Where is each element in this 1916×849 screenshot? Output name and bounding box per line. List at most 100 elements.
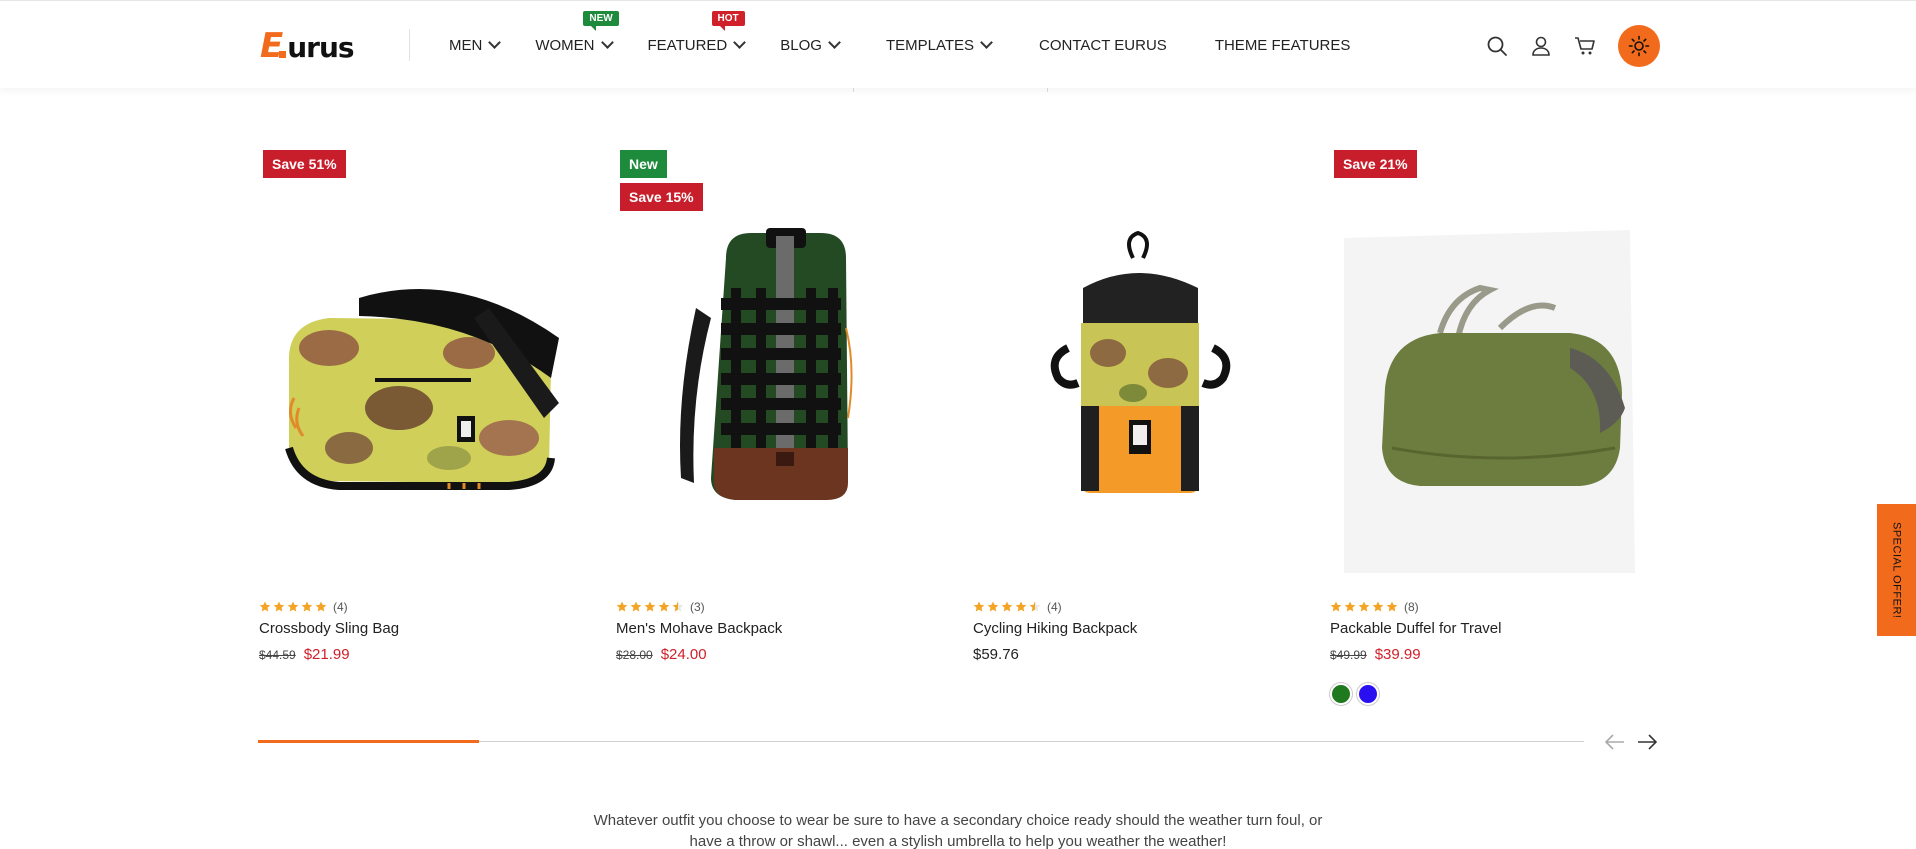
compare-price: $49.99 — [1330, 648, 1367, 662]
product-title[interactable]: Cycling Hiking Backpack — [973, 620, 1137, 637]
product-badges: Save 21% — [1334, 150, 1417, 183]
star-icon — [273, 601, 285, 612]
color-swatch-blue[interactable] — [1357, 683, 1379, 705]
review-count: (8) — [1404, 600, 1419, 614]
review-count: (3) — [690, 600, 705, 614]
product-rating: (8) — [1330, 600, 1419, 614]
sun-icon — [1628, 35, 1650, 57]
nav-label: TEMPLATES — [885, 36, 975, 54]
special-offer-label: SPECIAL OFFER! — [1890, 521, 1903, 619]
compare-price: $44.59 — [259, 648, 296, 662]
logo-wordmark: urus — [287, 31, 354, 64]
product-card[interactable]: New Save 15% (3) Men's Mohave Backpack $… — [616, 148, 946, 663]
search-icon[interactable] — [1484, 33, 1510, 59]
product-image[interactable]: Save 51% — [259, 148, 589, 573]
arrow-right-icon — [1638, 734, 1658, 750]
main-nav: MEN New WOMEN Hot FEATURED BLOG TEMPLATE… — [449, 1, 1350, 89]
nav-label: WOMEN — [535, 36, 595, 54]
new-badge: New — [583, 10, 619, 31]
color-swatches — [1330, 683, 1384, 705]
description-line-1: Whatever outfit you choose to wear be su… — [593, 812, 1323, 829]
product-rating: (3) — [616, 600, 705, 614]
new-badge: New — [620, 150, 667, 178]
product-card[interactable]: Save 51% (4) Crossbody Sling Bag $44.59 … — [259, 148, 589, 663]
sale-price: $21.99 — [303, 646, 350, 663]
logo-mark: E — [260, 26, 283, 66]
product-card[interactable]: (4) Cycling Hiking Backpack $59.76 — [973, 148, 1303, 663]
product-price: $44.59 $21.99 — [259, 646, 350, 663]
chevron-down-icon — [600, 36, 614, 49]
review-count: (4) — [333, 600, 348, 614]
logo-dot — [279, 51, 287, 58]
star-icon — [644, 601, 656, 612]
nav-label: CONTACT EURUS — [1039, 36, 1167, 54]
sale-price: $24.00 — [660, 646, 707, 663]
product-rating: (4) — [973, 600, 1062, 614]
sale-badge: Save 21% — [1334, 150, 1417, 178]
chevron-down-icon — [733, 36, 747, 49]
regular-price: $59.76 — [973, 646, 1019, 663]
theme-toggle-button[interactable] — [1618, 25, 1660, 67]
star-icon — [315, 601, 327, 612]
nav-item-blog[interactable]: BLOG — [780, 36, 841, 54]
cart-icon[interactable] — [1572, 33, 1598, 59]
nav-item-theme-features[interactable]: THEME FEATURES — [1215, 37, 1351, 54]
star-icon — [287, 601, 299, 612]
product-badges: Save 51% — [263, 150, 346, 183]
sale-price: $39.99 — [1374, 646, 1421, 663]
review-count: (4) — [1047, 600, 1062, 614]
carousel-prev-button[interactable] — [1603, 730, 1627, 754]
product-image[interactable]: New Save 15% — [616, 148, 946, 573]
header-actions — [1484, 25, 1660, 67]
star-icon — [301, 601, 313, 612]
nav-label: BLOG — [780, 36, 822, 54]
account-icon[interactable] — [1528, 33, 1554, 59]
nav-item-templates[interactable]: TEMPLATES — [885, 36, 993, 54]
logo[interactable]: E urus — [260, 26, 355, 66]
star-icon — [1386, 601, 1398, 612]
nav-item-men[interactable]: MEN — [449, 36, 502, 54]
special-offer-tab[interactable]: SPECIAL OFFER! — [1877, 504, 1916, 636]
star-icon — [616, 601, 628, 612]
carousel-next-button[interactable] — [1635, 730, 1659, 754]
product-rating: (4) — [259, 600, 348, 614]
nav-item-contact[interactable]: CONTACT EURUS — [1039, 37, 1167, 54]
product-title[interactable]: Crossbody Sling Bag — [259, 620, 399, 637]
product-image[interactable]: Save 21% — [1330, 148, 1660, 573]
star-half-icon — [672, 601, 684, 612]
nav-label: MEN — [449, 36, 483, 54]
nav-label: THEME FEATURES — [1214, 36, 1351, 54]
star-icon — [1015, 601, 1027, 612]
product-price: $49.99 $39.99 — [1330, 646, 1421, 663]
nav-item-featured[interactable]: Hot FEATURED — [647, 10, 747, 54]
header-divider — [409, 29, 410, 61]
carousel-progress-fill — [258, 740, 479, 743]
star-icon — [630, 601, 642, 612]
section-description: Whatever outfit you choose to wear be su… — [0, 810, 1916, 849]
product-badges: New Save 15% — [620, 150, 703, 216]
product-price: $28.00 $24.00 — [616, 646, 707, 663]
site-header: E urus MEN New WOMEN Hot FEATURED BLOG T… — [0, 0, 1916, 88]
nav-label: FEATURED — [647, 36, 728, 54]
chevron-down-icon — [980, 36, 993, 49]
star-icon — [987, 601, 999, 612]
star-icon — [973, 601, 985, 612]
product-image[interactable] — [973, 148, 1303, 573]
star-icon — [259, 601, 271, 612]
star-half-icon — [1029, 601, 1041, 612]
star-icon — [1330, 601, 1342, 612]
star-icon — [1001, 601, 1013, 612]
description-line-2: have a throw or shawl... even a stylish … — [689, 833, 1227, 849]
chevron-down-icon — [488, 36, 502, 49]
product-title[interactable]: Men's Mohave Backpack — [616, 620, 782, 637]
chevron-down-icon — [828, 36, 841, 49]
product-title[interactable]: Packable Duffel for Travel — [1330, 620, 1501, 637]
hot-badge: Hot — [711, 10, 745, 31]
color-swatch-green[interactable] — [1330, 683, 1352, 705]
product-card[interactable]: Save 21% (8) Packable Duffel for Travel … — [1330, 148, 1660, 705]
star-icon — [1344, 601, 1356, 612]
star-icon — [658, 601, 670, 612]
star-icon — [1358, 601, 1370, 612]
nav-item-women[interactable]: New WOMEN — [535, 10, 619, 54]
compare-price: $28.00 — [616, 648, 653, 662]
